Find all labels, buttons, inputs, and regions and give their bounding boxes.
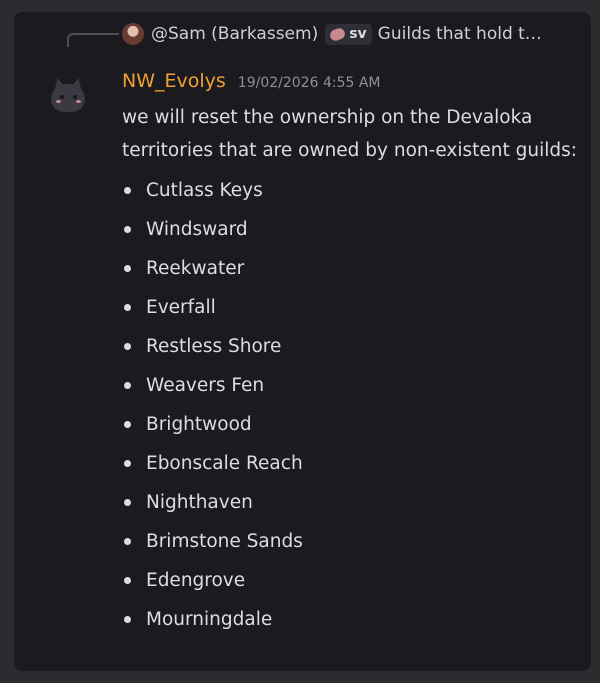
bullet-icon — [124, 265, 131, 272]
cat-cheek-right — [76, 100, 81, 103]
bullet-icon — [124, 187, 131, 194]
territory-item: Brimstone Sands — [122, 525, 577, 564]
reply-author[interactable]: @Sam (Barkassem) — [151, 24, 318, 44]
territory-name: Nighthaven — [146, 492, 253, 513]
reply-spine — [67, 33, 119, 47]
bullet-icon — [124, 304, 131, 311]
brain-icon — [328, 26, 347, 42]
cat-eye-right — [73, 95, 77, 99]
reply-avatar[interactable] — [122, 23, 144, 45]
territory-name: Restless Shore — [146, 336, 282, 357]
bullet-icon — [124, 382, 131, 389]
territory-item: Ebonscale Reach — [122, 447, 577, 486]
bullet-icon — [124, 499, 131, 506]
bullet-icon — [124, 421, 131, 428]
territory-name: Mourningdale — [146, 609, 273, 630]
reply-reference[interactable]: @Sam (Barkassem) sv Guilds that hold t… — [122, 21, 581, 47]
territory-item: Cutlass Keys — [122, 174, 577, 213]
message-body: we will reset the ownership on the Deval… — [122, 101, 577, 642]
guild-tag[interactable]: sv — [325, 23, 372, 45]
cat-head — [51, 84, 85, 112]
territory-item: Weavers Fen — [122, 369, 577, 408]
bullet-icon — [124, 538, 131, 545]
bullet-icon — [124, 226, 131, 233]
author-avatar[interactable] — [48, 74, 90, 116]
territory-name: Brimstone Sands — [146, 531, 303, 552]
bullet-icon — [124, 343, 131, 350]
territory-name: Windsward — [146, 219, 248, 240]
territory-item: Reekwater — [122, 252, 577, 291]
territory-name: Everfall — [146, 297, 216, 318]
territory-item: Everfall — [122, 291, 577, 330]
message-header: NW_Evolys 19/02/2026 4:55 AM — [122, 70, 380, 98]
territory-item: Restless Shore — [122, 330, 577, 369]
territory-name: Cutlass Keys — [146, 180, 263, 201]
territory-name: Reekwater — [146, 258, 245, 279]
territory-name: Weavers Fen — [146, 375, 265, 396]
message-text: we will reset the ownership on the Deval… — [122, 107, 577, 161]
bullet-icon — [124, 577, 131, 584]
bullet-icon — [124, 460, 131, 467]
message-timestamp[interactable]: 19/02/2026 4:55 AM — [238, 75, 381, 91]
bullet-icon — [124, 616, 131, 623]
reply-preview[interactable]: Guilds that hold t… — [378, 24, 554, 44]
author-username[interactable]: NW_Evolys — [122, 70, 226, 92]
territory-list: Cutlass Keys Windsward Reekwater Everfal… — [122, 174, 577, 642]
territory-name: Ebonscale Reach — [146, 453, 303, 474]
territory-item: Windsward — [122, 213, 577, 252]
territory-item: Mourningdale — [122, 603, 577, 642]
territory-name: Brightwood — [146, 414, 252, 435]
guild-tag-label: sv — [349, 26, 367, 42]
territory-name: Edengrove — [146, 570, 246, 591]
cat-eye-left — [60, 95, 64, 99]
message-card: @Sam (Barkassem) sv Guilds that hold t… … — [14, 12, 591, 671]
cat-cheek-left — [56, 100, 61, 103]
territory-item: Nighthaven — [122, 486, 577, 525]
territory-item: Edengrove — [122, 564, 577, 603]
territory-item: Brightwood — [122, 408, 577, 447]
